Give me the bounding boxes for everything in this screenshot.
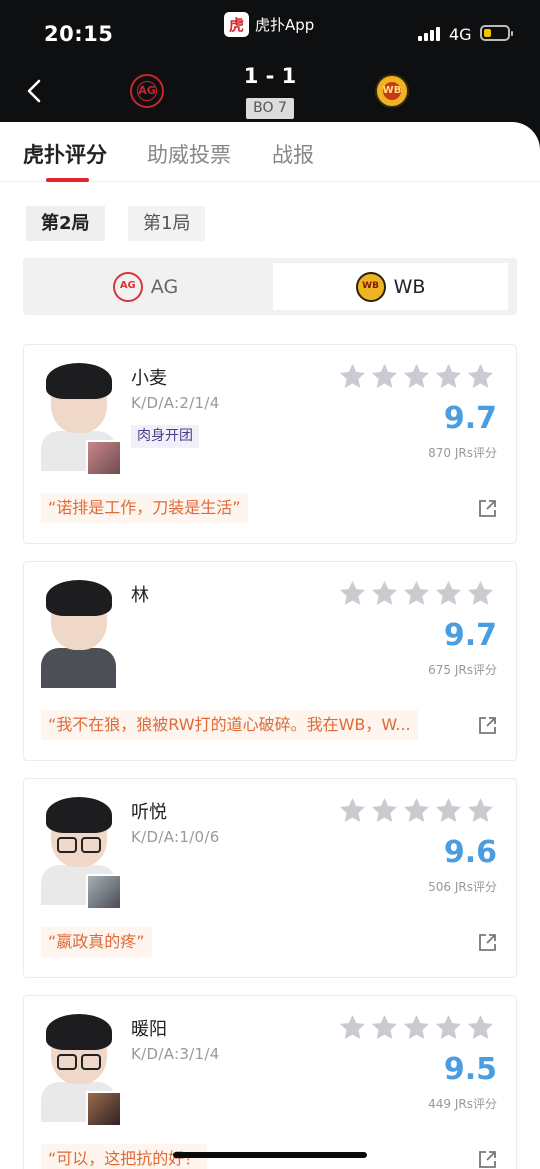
player-kda: K/D/A:2/1/4 <box>131 394 220 412</box>
star-icon[interactable] <box>338 362 367 390</box>
home-indicator[interactable] <box>173 1152 367 1158</box>
top-comment[interactable]: “我不在狼，狼被RW打的道心破碎。我在WB，W... <box>41 710 418 740</box>
status-bar: 20:15 虎 虎扑App 4G <box>0 0 540 60</box>
star-icon[interactable] <box>466 362 495 390</box>
star-rating[interactable] <box>338 796 495 824</box>
share-icon[interactable] <box>478 1150 497 1169</box>
player-name: 听悦 <box>131 802 167 823</box>
tab-bar: 虎扑评分 助威投票 战报 <box>0 122 540 182</box>
star-icon[interactable] <box>370 1013 399 1041</box>
share-icon[interactable] <box>478 933 497 952</box>
hero-icon <box>86 874 122 910</box>
battery-icon <box>480 25 513 41</box>
app-indicator[interactable]: 虎 虎扑App <box>224 12 314 37</box>
star-icon[interactable] <box>434 796 463 824</box>
star-icon[interactable] <box>402 362 431 390</box>
app-name: 虎扑App <box>255 16 315 34</box>
signal-icon <box>418 27 440 41</box>
star-icon[interactable] <box>338 1013 367 1041</box>
tab-match-report[interactable]: 战报 <box>272 139 314 169</box>
team-wb-logo-icon[interactable]: WB <box>375 74 409 108</box>
rating-count: 506 JRs评分 <box>428 880 497 894</box>
share-icon[interactable] <box>478 716 497 735</box>
player-name: 林 <box>131 585 149 606</box>
player-kda: K/D/A:1/0/6 <box>131 828 220 846</box>
star-icon[interactable] <box>370 579 399 607</box>
status-time: 20:15 <box>44 22 114 46</box>
ag-logo-icon: AG <box>112 271 143 302</box>
hupu-logo-icon: 虎 <box>224 12 249 37</box>
tab-indicator <box>46 178 89 182</box>
player-avatar <box>41 363 122 476</box>
rating-count: 675 JRs评分 <box>428 663 497 677</box>
player-rating: 9.6 <box>443 835 497 870</box>
star-icon[interactable] <box>434 579 463 607</box>
rating-count: 870 JRs评分 <box>428 446 497 460</box>
team-switch: AG AG WB WB <box>23 258 517 315</box>
network-type: 4G <box>449 25 472 44</box>
star-icon[interactable] <box>434 1013 463 1041</box>
player-rating: 9.7 <box>443 618 497 653</box>
star-icon[interactable] <box>402 796 431 824</box>
hero-icon <box>86 440 122 476</box>
tab-cheer-vote[interactable]: 助威投票 <box>147 139 231 169</box>
star-icon[interactable] <box>466 796 495 824</box>
star-icon[interactable] <box>434 362 463 390</box>
star-rating[interactable] <box>338 1013 495 1041</box>
player-avatar <box>41 797 122 910</box>
team-wb-option[interactable]: WB WB <box>273 263 508 310</box>
share-icon[interactable] <box>478 499 497 518</box>
player-avatar <box>41 580 116 688</box>
wb-logo-icon: WB <box>355 271 386 302</box>
player-rating: 9.5 <box>443 1052 497 1087</box>
star-rating[interactable] <box>338 362 495 390</box>
star-icon[interactable] <box>370 362 399 390</box>
star-icon[interactable] <box>338 579 367 607</box>
player-avatar <box>41 1014 122 1127</box>
player-tag: 肉身开团 <box>131 425 199 448</box>
star-icon[interactable] <box>402 1013 431 1041</box>
match-format-badge: BO 7 <box>246 98 294 119</box>
player-name: 暖阳 <box>131 1019 167 1040</box>
team-ag-label: AG <box>150 275 179 298</box>
star-icon[interactable] <box>402 579 431 607</box>
top-comment[interactable]: “诺排是工作，刀装是生活” <box>41 493 248 523</box>
game-2-button[interactable]: 第2局 <box>26 206 105 241</box>
team-ag-option[interactable]: AG AG <box>28 263 263 310</box>
star-rating[interactable] <box>338 579 495 607</box>
star-icon[interactable] <box>338 796 367 824</box>
player-kda: K/D/A:3/1/4 <box>131 1045 220 1063</box>
hero-icon <box>86 1091 122 1127</box>
tab-hupu-rating[interactable]: 虎扑评分 <box>23 139 107 169</box>
player-card[interactable]: 林 9.7 675 JRs评分 “我不在狼，狼被RW打的道心破碎。我在WB，W.… <box>23 561 517 761</box>
star-icon[interactable] <box>466 1013 495 1041</box>
star-icon[interactable] <box>466 579 495 607</box>
player-card[interactable]: 暖阳 K/D/A:3/1/4 9.5 449 JRs评分 “可以，这把抗的好！ <box>23 995 517 1169</box>
top-comment[interactable]: “嬴政真的疼” <box>41 927 152 957</box>
player-card[interactable]: 听悦 K/D/A:1/0/6 9.6 506 JRs评分 “嬴政真的疼” <box>23 778 517 978</box>
game-1-button[interactable]: 第1局 <box>128 206 206 241</box>
player-name: 小麦 <box>131 368 167 389</box>
team-wb-label: WB <box>393 275 426 298</box>
player-card[interactable]: 小麦 K/D/A:2/1/4 肉身开团 9.7 870 JRs评分 “诺排是工作… <box>23 344 517 544</box>
player-rating: 9.7 <box>443 401 497 436</box>
rating-count: 449 JRs评分 <box>428 1097 497 1111</box>
star-icon[interactable] <box>370 796 399 824</box>
match-score: 1 - 1 <box>243 64 297 88</box>
